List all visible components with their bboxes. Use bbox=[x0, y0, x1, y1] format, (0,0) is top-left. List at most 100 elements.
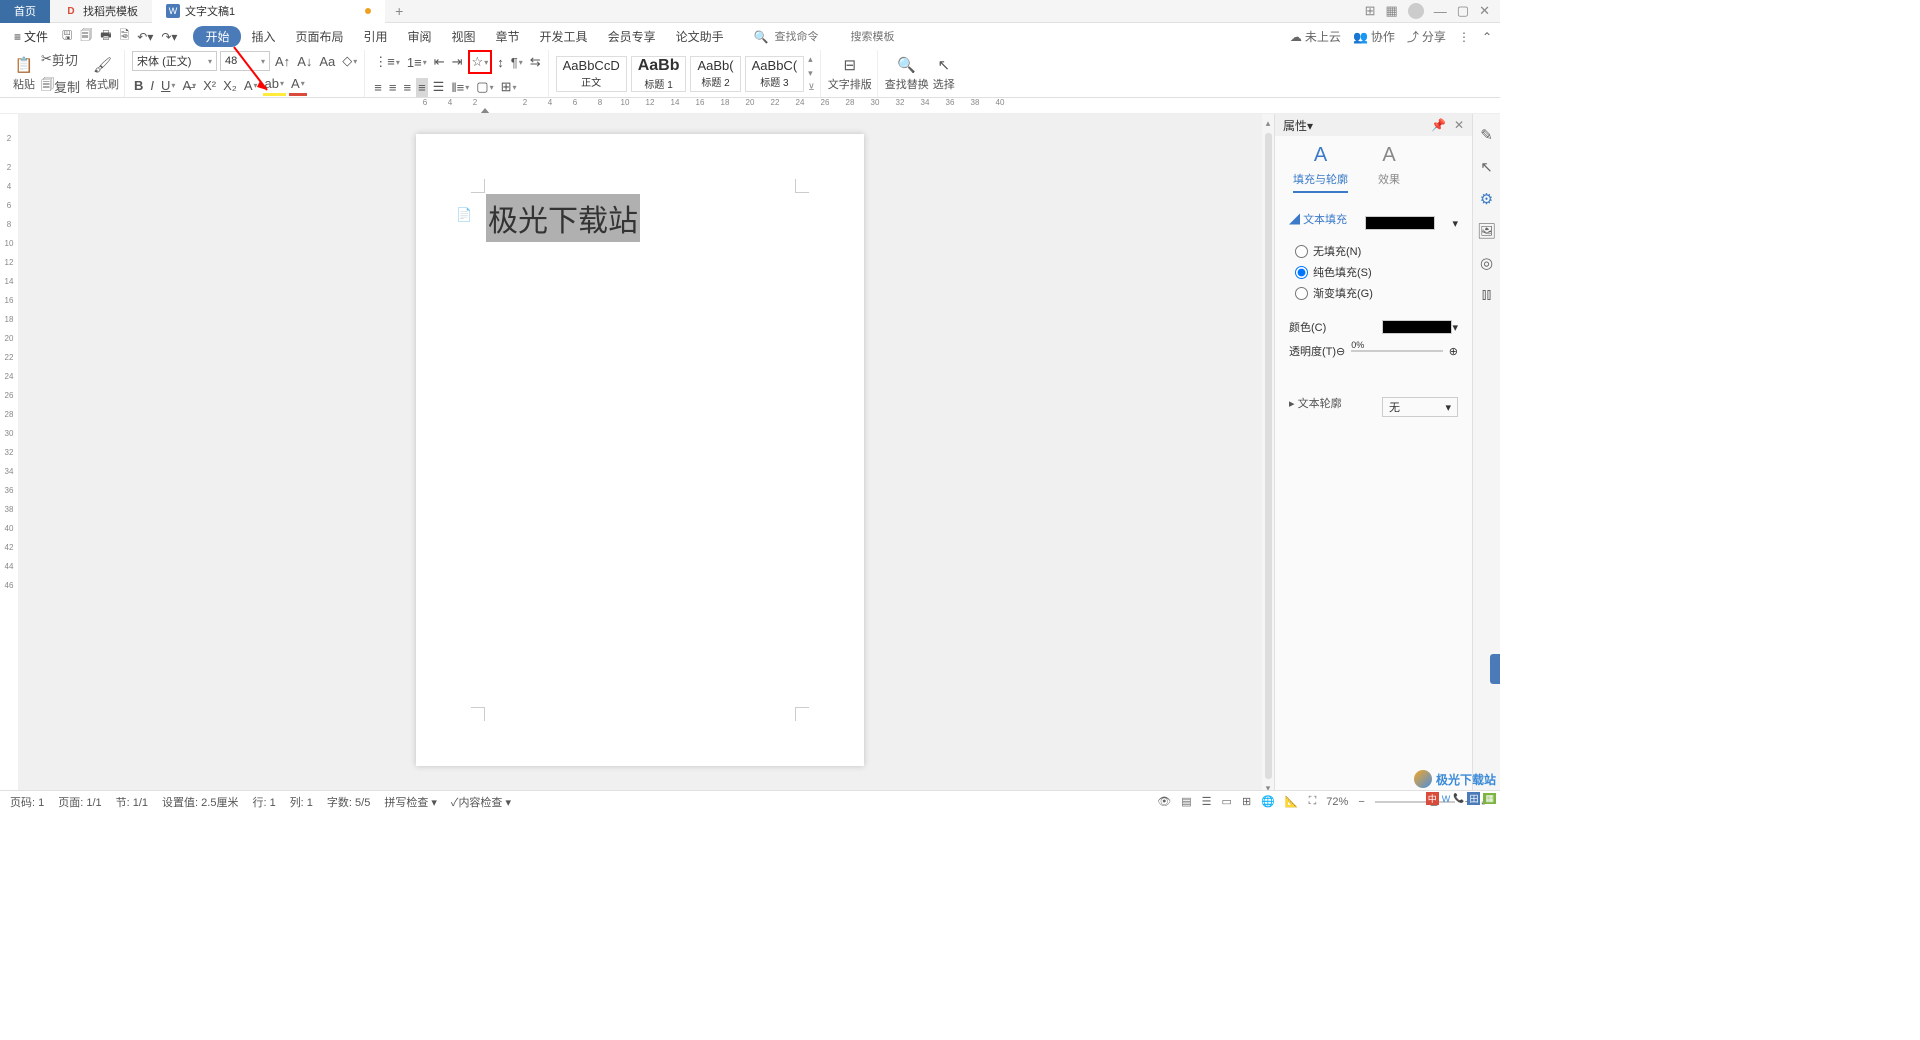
strikethrough-button[interactable]: A̶▾ bbox=[180, 76, 198, 95]
show-marks-button[interactable]: ¶▾ bbox=[509, 53, 525, 72]
opacity-slider[interactable]: 0% bbox=[1351, 350, 1443, 352]
align-center-button[interactable]: ≡ bbox=[387, 78, 399, 97]
pencil-icon[interactable]: ✎ bbox=[1480, 126, 1493, 144]
pin-icon[interactable]: 📌 bbox=[1431, 118, 1446, 132]
status-col[interactable]: 列: 1 bbox=[290, 794, 313, 810]
tab-view[interactable]: 视图 bbox=[442, 25, 486, 48]
tab-review[interactable]: 审阅 bbox=[398, 25, 442, 48]
text-effects-button[interactable]: A▾ bbox=[242, 76, 260, 95]
status-page-no[interactable]: 页码: 1 bbox=[10, 794, 44, 810]
eye-icon[interactable]: 👁 bbox=[1157, 795, 1171, 808]
ruler-icon[interactable]: 📐 bbox=[1285, 795, 1299, 808]
italic-button[interactable]: I bbox=[148, 76, 156, 95]
fill-color-swatch[interactable] bbox=[1365, 216, 1435, 230]
save-as-icon[interactable]: 🗐 bbox=[80, 26, 92, 47]
find-replace-button[interactable]: 🔍查找替换 bbox=[885, 56, 929, 92]
view-outline-icon[interactable]: ☰ bbox=[1202, 795, 1212, 808]
line-spacing-button[interactable]: ‖≡▾ bbox=[449, 78, 471, 97]
tab-dev-tools[interactable]: 开发工具 bbox=[530, 25, 598, 48]
outline-section-title[interactable]: ▸ 文本轮廓 bbox=[1289, 395, 1342, 411]
numbering-button[interactable]: 1≡▾ bbox=[405, 53, 429, 72]
panel-tab-fill[interactable]: A 填充与轮廓 bbox=[1293, 144, 1348, 193]
scroll-up-icon[interactable]: ▴ bbox=[1266, 118, 1271, 129]
more-icon[interactable]: ⋮ bbox=[1458, 30, 1470, 44]
increase-indent-button[interactable]: ⇥ bbox=[450, 52, 465, 72]
book-icon[interactable]: ⫾⫾ bbox=[1482, 286, 1492, 303]
settings-slider-icon[interactable]: ⚙ bbox=[1480, 190, 1493, 208]
scrollbar-thumb[interactable] bbox=[1265, 133, 1272, 779]
clear-format-button[interactable]: ◇▾ bbox=[340, 51, 359, 71]
styles-up-arrow[interactable]: ▴ bbox=[808, 54, 815, 65]
font-name-select[interactable]: 宋体 (正文)▾ bbox=[132, 51, 217, 71]
close-panel-icon[interactable]: ✕ bbox=[1454, 118, 1464, 132]
align-justify-button[interactable]: ≡ bbox=[416, 78, 428, 97]
status-row[interactable]: 行: 1 bbox=[252, 794, 275, 810]
new-tab-button[interactable]: + bbox=[385, 3, 413, 19]
text-tools-button[interactable]: ☆▾ bbox=[468, 50, 493, 74]
outline-select[interactable]: 无▾ bbox=[1382, 397, 1458, 417]
view-page-icon[interactable]: ▤ bbox=[1181, 795, 1191, 808]
print-preview-icon[interactable]: 🗟 bbox=[120, 26, 130, 47]
status-indent[interactable]: 设置值: 2.5厘米 bbox=[162, 794, 238, 810]
share-button[interactable]: ⤴分享 bbox=[1407, 28, 1446, 45]
fill-section-title[interactable]: ◢ 文本填充 bbox=[1289, 211, 1347, 227]
text-layout-button[interactable]: ⊟文字排版 bbox=[828, 56, 872, 92]
highlight-button[interactable]: ab▾ bbox=[263, 74, 286, 96]
search-cmd-input[interactable] bbox=[775, 31, 845, 43]
redo-icon[interactable]: ↷▾ bbox=[161, 30, 177, 44]
sort-button[interactable]: ↕ bbox=[495, 53, 506, 72]
vertical-scrollbar[interactable]: ▴ ▾ bbox=[1262, 114, 1274, 794]
focus-icon[interactable]: ⛶ bbox=[1309, 795, 1317, 808]
ruler-vertical[interactable]: 2246810121416182022242628303234363840424… bbox=[0, 114, 18, 794]
layout-icon[interactable]: ⊞ bbox=[1365, 3, 1376, 19]
radio-solid-fill[interactable]: 纯色填充(S) bbox=[1295, 264, 1458, 280]
subscript-button[interactable]: X₂ bbox=[221, 76, 239, 95]
copy-button[interactable]: 🗐复制 bbox=[39, 74, 82, 100]
bullets-button[interactable]: ⋮≡▾ bbox=[372, 52, 402, 72]
tab-start[interactable]: 开始 bbox=[193, 26, 241, 47]
view-read-icon[interactable]: ▭ bbox=[1222, 795, 1232, 808]
paste-button[interactable]: 📋 粘贴 bbox=[13, 56, 35, 92]
globe-icon[interactable]: 🌐 bbox=[1261, 795, 1275, 808]
selected-text[interactable]: 极光下载站 bbox=[486, 194, 640, 242]
zoom-value[interactable]: 72% bbox=[1326, 796, 1348, 808]
style-normal[interactable]: AaBbCcD正文 bbox=[556, 56, 627, 92]
file-menu[interactable]: ≡ 文件 bbox=[8, 28, 54, 45]
tab-home[interactable]: 首页 bbox=[0, 0, 50, 23]
tab-member[interactable]: 会员专享 bbox=[598, 25, 666, 48]
style-heading2[interactable]: AaBb(标题 2 bbox=[690, 56, 740, 92]
tab-thesis[interactable]: 论文助手 bbox=[666, 25, 734, 48]
paragraph-handle-icon[interactable]: 📄 bbox=[456, 207, 472, 223]
maximize-button[interactable]: ▢ bbox=[1457, 3, 1469, 19]
borders-button[interactable]: ⊞▾ bbox=[499, 77, 519, 97]
panel-tab-effect[interactable]: A 效果 bbox=[1378, 144, 1400, 193]
cloud-status[interactable]: ☁未上云 bbox=[1290, 28, 1341, 45]
panel-collapse-handle[interactable] bbox=[1490, 654, 1500, 684]
styles-down-arrow[interactable]: ▾ bbox=[808, 68, 815, 79]
tab-template[interactable]: D 找稻壳模板 bbox=[50, 0, 152, 23]
collapse-ribbon-icon[interactable]: ⌃ bbox=[1482, 30, 1492, 44]
user-avatar-icon[interactable] bbox=[1408, 3, 1424, 19]
undo-icon[interactable]: ↶▾ bbox=[137, 30, 153, 44]
zoom-out-button[interactable]: − bbox=[1358, 796, 1364, 808]
status-spell[interactable]: 拼写检查 ▾ bbox=[384, 794, 437, 810]
collab-button[interactable]: 👥协作 bbox=[1353, 28, 1395, 45]
grow-font-button[interactable]: A↑ bbox=[273, 52, 292, 71]
document-canvas[interactable]: 📄 极光下载站 bbox=[18, 114, 1262, 794]
superscript-button[interactable]: X² bbox=[201, 76, 218, 95]
change-case-button[interactable]: Aa bbox=[317, 52, 337, 71]
style-heading3[interactable]: AaBbC(标题 3 bbox=[745, 56, 805, 92]
tab-section[interactable]: 章节 bbox=[486, 25, 530, 48]
pointer-icon[interactable]: ↖ bbox=[1480, 158, 1493, 176]
close-button[interactable]: ✕ bbox=[1479, 3, 1490, 19]
page[interactable]: 📄 极光下载站 bbox=[416, 134, 864, 766]
save-icon[interactable]: 🖫 bbox=[62, 26, 72, 47]
radio-no-fill[interactable]: 无填充(N) bbox=[1295, 243, 1458, 259]
cut-button[interactable]: ✂剪切 bbox=[39, 48, 82, 71]
tab-insert[interactable]: 插入 bbox=[241, 25, 285, 48]
minimize-button[interactable]: — bbox=[1434, 4, 1447, 19]
target-icon[interactable]: ◎ bbox=[1480, 254, 1493, 272]
align-left-button[interactable]: ≡ bbox=[372, 78, 384, 97]
status-page[interactable]: 页面: 1/1 bbox=[58, 794, 101, 810]
radio-gradient-fill[interactable]: 渐变填充(G) bbox=[1295, 285, 1458, 301]
